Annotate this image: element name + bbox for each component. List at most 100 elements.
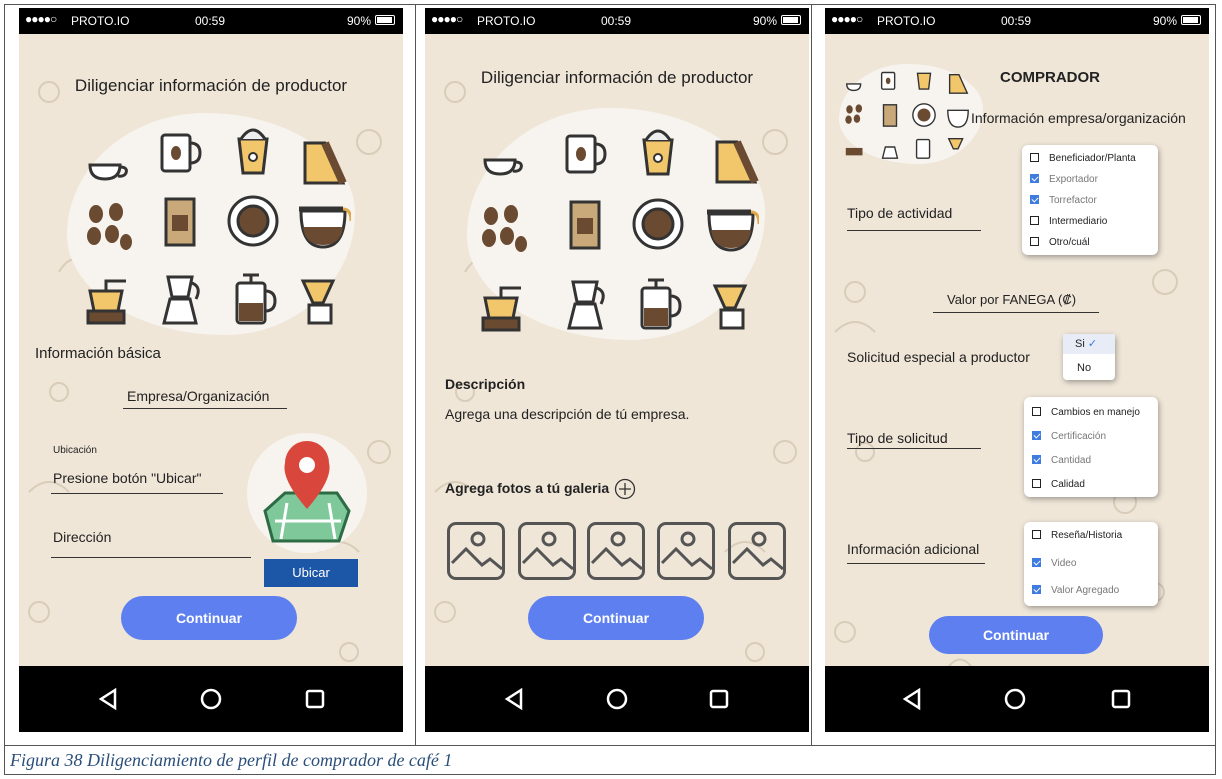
- phone-screen-2: ●●●●○ PROTO.IO 00:59 90% Diligenciar inf…: [425, 8, 809, 732]
- photo-placeholder-icon[interactable]: [728, 522, 786, 580]
- additional-option[interactable]: Reseña/Historia: [1032, 530, 1122, 541]
- checkbox[interactable]: [1030, 153, 1039, 162]
- continue-button[interactable]: Continuar: [121, 596, 297, 640]
- checkbox[interactable]: [1032, 530, 1041, 539]
- location-field-underline: [51, 493, 223, 494]
- location-label: Ubicación: [53, 445, 97, 456]
- request-option[interactable]: Cambios en manejo: [1032, 407, 1140, 418]
- activity-type-underline: [847, 230, 981, 231]
- checkbox[interactable]: [1032, 407, 1041, 416]
- request-type-label: Tipo de solicitud: [847, 430, 948, 446]
- continue-button[interactable]: Continuar: [929, 616, 1103, 654]
- battery-icon: [375, 15, 395, 25]
- request-option[interactable]: Calidad: [1032, 479, 1085, 490]
- coffee-package-icon: [569, 200, 601, 250]
- coffee-bag-icon: [303, 141, 347, 185]
- page-title: COMPRADOR: [1000, 69, 1100, 86]
- home-icon[interactable]: [603, 685, 631, 713]
- back-icon[interactable]: [95, 685, 123, 713]
- coffee-icons-panel: [67, 113, 355, 335]
- phone-screen-3: ●●●●○ PROTO.IO 00:59 90% COMPRADOR Infor…: [825, 8, 1209, 732]
- price-per-fanega-field[interactable]: Valor por FANEGA (₡): [947, 292, 1076, 307]
- pour-over-icon: [300, 279, 336, 325]
- checkbox[interactable]: [1030, 216, 1039, 225]
- back-icon[interactable]: [899, 685, 927, 713]
- address-field[interactable]: Dirección: [53, 529, 111, 545]
- status-bar: ●●●●○ PROTO.IO 00:59 90%: [825, 8, 1209, 34]
- additional-option[interactable]: Valor Agregado: [1032, 585, 1119, 596]
- locate-button[interactable]: Ubicar: [264, 559, 358, 587]
- activity-option[interactable]: Exportador: [1030, 174, 1098, 185]
- checkbox[interactable]: [1032, 431, 1041, 440]
- activity-option[interactable]: Otro/cuál: [1030, 237, 1090, 248]
- activity-option[interactable]: Beneficiador/Planta: [1030, 153, 1136, 164]
- request-option[interactable]: Certificación: [1032, 431, 1106, 442]
- description-input[interactable]: Agrega una descripción de tú empresa.: [445, 406, 689, 422]
- checkbox[interactable]: [1032, 479, 1041, 488]
- recents-icon[interactable]: [705, 685, 733, 713]
- activity-option[interactable]: Torrefactor: [1030, 195, 1097, 206]
- status-bar: ●●●●○ PROTO.IO 00:59 90%: [19, 8, 403, 34]
- location-field[interactable]: Presione botón "Ubicar": [53, 470, 201, 486]
- pour-over-icon: [947, 137, 964, 150]
- home-icon[interactable]: [197, 685, 225, 713]
- address-field-underline: [51, 557, 251, 558]
- coffee-top-view-icon: [912, 103, 936, 127]
- back-icon[interactable]: [501, 685, 529, 713]
- iced-coffee-icon: [237, 128, 269, 175]
- checkbox[interactable]: [1032, 455, 1041, 464]
- coffee-top-view-icon: [227, 195, 279, 247]
- activity-option[interactable]: Intermediario: [1030, 216, 1107, 227]
- special-request-label: Solicitud especial a productor: [847, 349, 1030, 365]
- moka-pot-icon: [567, 280, 605, 330]
- coffee-beans-icon: [845, 104, 863, 124]
- company-field[interactable]: Empresa/Organización: [127, 388, 269, 404]
- page-title: Diligenciar información de productor: [74, 76, 348, 95]
- additional-option[interactable]: Video: [1032, 558, 1076, 569]
- clock: 00:59: [195, 14, 226, 28]
- battery-percent: 90%: [1152, 14, 1177, 28]
- checkbox[interactable]: [1030, 237, 1039, 246]
- photo-placeholder-icon[interactable]: [447, 522, 505, 580]
- photo-placeholder-icon[interactable]: [518, 522, 576, 580]
- battery-percent: 90%: [752, 14, 777, 28]
- signal-icon: ●●●●○: [831, 12, 863, 26]
- page-subtitle: Información empresa/organización: [971, 110, 1186, 126]
- checkbox[interactable]: [1030, 195, 1039, 204]
- coffee-top-view-icon: [632, 198, 684, 250]
- android-nav-bar: [19, 666, 403, 732]
- option-no[interactable]: No: [1063, 358, 1115, 378]
- carrier-name: PROTO.IO: [71, 14, 130, 28]
- special-request-select[interactable]: Si ✓ No: [1063, 334, 1115, 380]
- add-photo-icon[interactable]: [614, 478, 636, 500]
- continue-button[interactable]: Continuar: [528, 596, 704, 640]
- checkbox[interactable]: [1032, 585, 1041, 594]
- company-field-underline: [123, 408, 287, 409]
- coffee-grinder-icon: [86, 279, 126, 325]
- recents-icon[interactable]: [301, 685, 329, 713]
- activity-options-card: Beneficiador/Planta Exportador Torrefact…: [1022, 145, 1158, 255]
- checkbox[interactable]: [1032, 558, 1041, 567]
- request-type-underline: [847, 448, 981, 449]
- recents-icon[interactable]: [1107, 685, 1135, 713]
- mug-icon: [160, 133, 202, 173]
- signal-icon: ●●●●○: [25, 12, 57, 26]
- coffee-beans-icon: [87, 203, 132, 250]
- photo-placeholder-icon[interactable]: [587, 522, 645, 580]
- additional-info-underline: [847, 563, 985, 564]
- cup-icon: [483, 158, 523, 176]
- gallery-label: Agrega fotos a tú galeria: [445, 480, 610, 496]
- photo-placeholder-icon[interactable]: [657, 522, 715, 580]
- carrier-name: PROTO.IO: [877, 14, 936, 28]
- carrier-name: PROTO.IO: [477, 14, 536, 28]
- iced-coffee-icon: [916, 72, 932, 90]
- home-icon[interactable]: [1001, 685, 1029, 713]
- checkbox[interactable]: [1030, 174, 1039, 183]
- additional-options-card: Reseña/Historia Video Valor Agregado: [1024, 522, 1158, 606]
- mug-icon: [880, 71, 896, 90]
- option-yes[interactable]: Si ✓: [1063, 334, 1115, 354]
- android-nav-bar: [825, 666, 1209, 732]
- coffee-pot-icon: [707, 209, 759, 252]
- request-option[interactable]: Cantidad: [1032, 455, 1091, 466]
- clock: 00:59: [601, 14, 632, 28]
